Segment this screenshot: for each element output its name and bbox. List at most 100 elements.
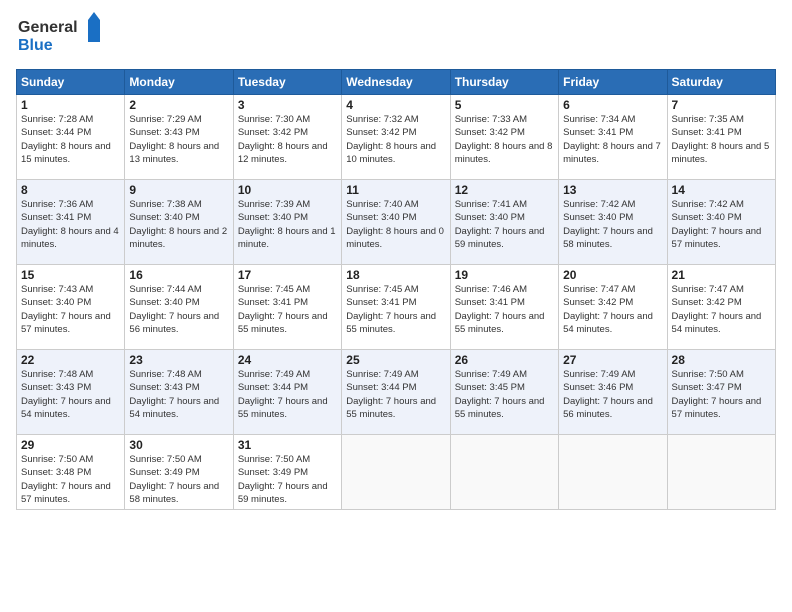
day-number: 4 bbox=[346, 98, 445, 112]
col-header-wednesday: Wednesday bbox=[342, 70, 450, 95]
calendar-cell: 2Sunrise: 7:29 AMSunset: 3:43 PMDaylight… bbox=[125, 95, 233, 180]
day-info: Sunrise: 7:34 AMSunset: 3:41 PMDaylight:… bbox=[563, 113, 662, 166]
calendar-week-row: 8Sunrise: 7:36 AMSunset: 3:41 PMDaylight… bbox=[17, 180, 776, 265]
svg-text:General: General bbox=[18, 19, 78, 36]
col-header-monday: Monday bbox=[125, 70, 233, 95]
logo-icon: General Blue bbox=[16, 12, 106, 56]
col-header-sunday: Sunday bbox=[17, 70, 125, 95]
day-number: 15 bbox=[21, 268, 120, 282]
col-header-friday: Friday bbox=[559, 70, 667, 95]
day-info: Sunrise: 7:42 AMSunset: 3:40 PMDaylight:… bbox=[563, 198, 662, 251]
calendar-cell: 22Sunrise: 7:48 AMSunset: 3:43 PMDayligh… bbox=[17, 350, 125, 435]
day-number: 28 bbox=[672, 353, 771, 367]
day-info: Sunrise: 7:49 AMSunset: 3:44 PMDaylight:… bbox=[238, 368, 337, 421]
day-info: Sunrise: 7:49 AMSunset: 3:46 PMDaylight:… bbox=[563, 368, 662, 421]
day-number: 22 bbox=[21, 353, 120, 367]
calendar-cell: 27Sunrise: 7:49 AMSunset: 3:46 PMDayligh… bbox=[559, 350, 667, 435]
calendar-cell: 31Sunrise: 7:50 AMSunset: 3:49 PMDayligh… bbox=[233, 435, 341, 510]
day-info: Sunrise: 7:40 AMSunset: 3:40 PMDaylight:… bbox=[346, 198, 445, 251]
day-info: Sunrise: 7:47 AMSunset: 3:42 PMDaylight:… bbox=[672, 283, 771, 336]
calendar-cell: 23Sunrise: 7:48 AMSunset: 3:43 PMDayligh… bbox=[125, 350, 233, 435]
logo: General Blue bbox=[16, 12, 106, 61]
day-number: 21 bbox=[672, 268, 771, 282]
day-info: Sunrise: 7:49 AMSunset: 3:44 PMDaylight:… bbox=[346, 368, 445, 421]
calendar-cell: 9Sunrise: 7:38 AMSunset: 3:40 PMDaylight… bbox=[125, 180, 233, 265]
day-info: Sunrise: 7:32 AMSunset: 3:42 PMDaylight:… bbox=[346, 113, 445, 166]
day-info: Sunrise: 7:50 AMSunset: 3:48 PMDaylight:… bbox=[21, 453, 120, 506]
day-number: 19 bbox=[455, 268, 554, 282]
calendar-cell: 19Sunrise: 7:46 AMSunset: 3:41 PMDayligh… bbox=[450, 265, 558, 350]
day-info: Sunrise: 7:42 AMSunset: 3:40 PMDaylight:… bbox=[672, 198, 771, 251]
calendar-cell: 1Sunrise: 7:28 AMSunset: 3:44 PMDaylight… bbox=[17, 95, 125, 180]
day-info: Sunrise: 7:28 AMSunset: 3:44 PMDaylight:… bbox=[21, 113, 120, 166]
day-number: 26 bbox=[455, 353, 554, 367]
calendar-week-row: 1Sunrise: 7:28 AMSunset: 3:44 PMDaylight… bbox=[17, 95, 776, 180]
day-number: 10 bbox=[238, 183, 337, 197]
day-number: 8 bbox=[21, 183, 120, 197]
day-info: Sunrise: 7:41 AMSunset: 3:40 PMDaylight:… bbox=[455, 198, 554, 251]
day-info: Sunrise: 7:36 AMSunset: 3:41 PMDaylight:… bbox=[21, 198, 120, 251]
logo-area: General Blue bbox=[16, 12, 106, 61]
calendar-cell: 7Sunrise: 7:35 AMSunset: 3:41 PMDaylight… bbox=[667, 95, 775, 180]
day-info: Sunrise: 7:35 AMSunset: 3:41 PMDaylight:… bbox=[672, 113, 771, 166]
day-number: 2 bbox=[129, 98, 228, 112]
calendar-cell: 18Sunrise: 7:45 AMSunset: 3:41 PMDayligh… bbox=[342, 265, 450, 350]
day-number: 29 bbox=[21, 438, 120, 452]
day-info: Sunrise: 7:43 AMSunset: 3:40 PMDaylight:… bbox=[21, 283, 120, 336]
day-info: Sunrise: 7:50 AMSunset: 3:49 PMDaylight:… bbox=[129, 453, 228, 506]
day-number: 12 bbox=[455, 183, 554, 197]
calendar-cell: 11Sunrise: 7:40 AMSunset: 3:40 PMDayligh… bbox=[342, 180, 450, 265]
day-number: 6 bbox=[563, 98, 662, 112]
day-number: 20 bbox=[563, 268, 662, 282]
calendar-cell: 24Sunrise: 7:49 AMSunset: 3:44 PMDayligh… bbox=[233, 350, 341, 435]
day-info: Sunrise: 7:45 AMSunset: 3:41 PMDaylight:… bbox=[346, 283, 445, 336]
day-info: Sunrise: 7:50 AMSunset: 3:49 PMDaylight:… bbox=[238, 453, 337, 506]
day-number: 7 bbox=[672, 98, 771, 112]
day-number: 17 bbox=[238, 268, 337, 282]
calendar-cell: 30Sunrise: 7:50 AMSunset: 3:49 PMDayligh… bbox=[125, 435, 233, 510]
calendar-cell: 21Sunrise: 7:47 AMSunset: 3:42 PMDayligh… bbox=[667, 265, 775, 350]
calendar-cell: 6Sunrise: 7:34 AMSunset: 3:41 PMDaylight… bbox=[559, 95, 667, 180]
calendar-cell: 14Sunrise: 7:42 AMSunset: 3:40 PMDayligh… bbox=[667, 180, 775, 265]
day-number: 30 bbox=[129, 438, 228, 452]
calendar-cell: 26Sunrise: 7:49 AMSunset: 3:45 PMDayligh… bbox=[450, 350, 558, 435]
calendar-cell: 16Sunrise: 7:44 AMSunset: 3:40 PMDayligh… bbox=[125, 265, 233, 350]
day-info: Sunrise: 7:30 AMSunset: 3:42 PMDaylight:… bbox=[238, 113, 337, 166]
calendar-week-row: 15Sunrise: 7:43 AMSunset: 3:40 PMDayligh… bbox=[17, 265, 776, 350]
day-info: Sunrise: 7:47 AMSunset: 3:42 PMDaylight:… bbox=[563, 283, 662, 336]
calendar-cell: 4Sunrise: 7:32 AMSunset: 3:42 PMDaylight… bbox=[342, 95, 450, 180]
calendar-week-row: 29Sunrise: 7:50 AMSunset: 3:48 PMDayligh… bbox=[17, 435, 776, 510]
calendar-cell: 17Sunrise: 7:45 AMSunset: 3:41 PMDayligh… bbox=[233, 265, 341, 350]
day-number: 5 bbox=[455, 98, 554, 112]
day-number: 13 bbox=[563, 183, 662, 197]
day-info: Sunrise: 7:39 AMSunset: 3:40 PMDaylight:… bbox=[238, 198, 337, 251]
page: General Blue SundayMondayTuesdayWednesda… bbox=[0, 0, 792, 612]
calendar-cell: 3Sunrise: 7:30 AMSunset: 3:42 PMDaylight… bbox=[233, 95, 341, 180]
day-number: 31 bbox=[238, 438, 337, 452]
day-info: Sunrise: 7:46 AMSunset: 3:41 PMDaylight:… bbox=[455, 283, 554, 336]
day-number: 3 bbox=[238, 98, 337, 112]
calendar-cell bbox=[667, 435, 775, 510]
day-number: 25 bbox=[346, 353, 445, 367]
day-number: 11 bbox=[346, 183, 445, 197]
calendar-cell: 10Sunrise: 7:39 AMSunset: 3:40 PMDayligh… bbox=[233, 180, 341, 265]
calendar-cell: 8Sunrise: 7:36 AMSunset: 3:41 PMDaylight… bbox=[17, 180, 125, 265]
calendar-cell: 20Sunrise: 7:47 AMSunset: 3:42 PMDayligh… bbox=[559, 265, 667, 350]
calendar-header-row: SundayMondayTuesdayWednesdayThursdayFrid… bbox=[17, 70, 776, 95]
day-info: Sunrise: 7:44 AMSunset: 3:40 PMDaylight:… bbox=[129, 283, 228, 336]
day-number: 16 bbox=[129, 268, 228, 282]
day-info: Sunrise: 7:49 AMSunset: 3:45 PMDaylight:… bbox=[455, 368, 554, 421]
day-info: Sunrise: 7:29 AMSunset: 3:43 PMDaylight:… bbox=[129, 113, 228, 166]
calendar-cell: 15Sunrise: 7:43 AMSunset: 3:40 PMDayligh… bbox=[17, 265, 125, 350]
calendar-cell: 5Sunrise: 7:33 AMSunset: 3:42 PMDaylight… bbox=[450, 95, 558, 180]
day-number: 14 bbox=[672, 183, 771, 197]
day-number: 1 bbox=[21, 98, 120, 112]
calendar-cell bbox=[559, 435, 667, 510]
calendar-cell: 12Sunrise: 7:41 AMSunset: 3:40 PMDayligh… bbox=[450, 180, 558, 265]
calendar-cell: 28Sunrise: 7:50 AMSunset: 3:47 PMDayligh… bbox=[667, 350, 775, 435]
day-info: Sunrise: 7:48 AMSunset: 3:43 PMDaylight:… bbox=[129, 368, 228, 421]
col-header-saturday: Saturday bbox=[667, 70, 775, 95]
day-number: 9 bbox=[129, 183, 228, 197]
header: General Blue bbox=[16, 12, 776, 61]
day-info: Sunrise: 7:33 AMSunset: 3:42 PMDaylight:… bbox=[455, 113, 554, 166]
